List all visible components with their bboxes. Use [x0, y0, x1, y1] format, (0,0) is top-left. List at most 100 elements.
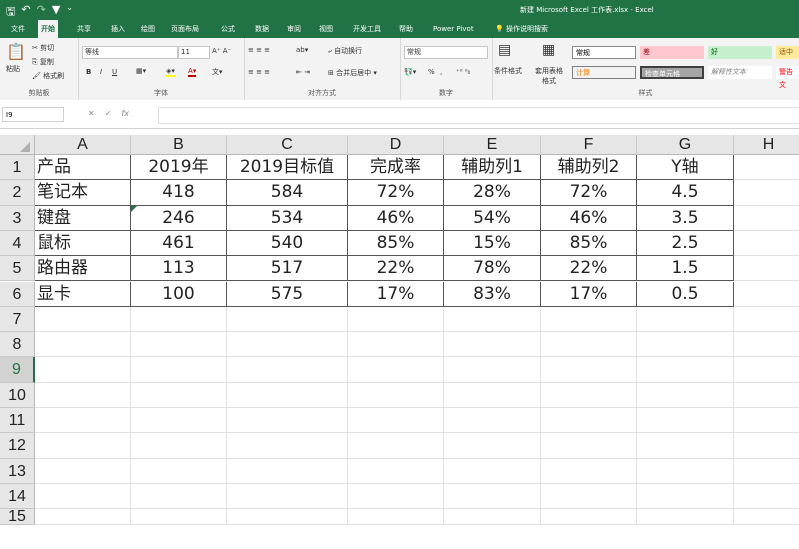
style-calculation[interactable]: 计算 — [572, 66, 636, 79]
cell-c3[interactable]: 534 — [227, 205, 348, 231]
row-header-7[interactable]: 7 — [0, 306, 35, 333]
row-header-6[interactable]: 6 — [0, 281, 35, 307]
paste-button[interactable]: 粘贴 — [6, 64, 20, 74]
cell-a4[interactable]: 鼠标 — [35, 230, 131, 257]
tab-file[interactable]: 文件 — [8, 20, 28, 38]
tab-share[interactable]: 共享 — [74, 20, 94, 38]
cell-f15[interactable] — [541, 509, 637, 526]
cell-g6[interactable]: 0.5 — [637, 281, 734, 307]
row-header-5[interactable]: 5 — [0, 256, 35, 282]
cell-d5[interactable]: 22% — [348, 256, 444, 282]
tab-insert[interactable]: 插入 — [108, 20, 128, 38]
cell-h2[interactable] — [734, 180, 799, 206]
tab-data[interactable]: 数据 — [252, 20, 272, 38]
cancel-icon[interactable]: ✕ — [88, 109, 95, 118]
cell-f7[interactable] — [541, 306, 637, 333]
cell-c11[interactable] — [227, 408, 348, 434]
cell-b6[interactable]: 100 — [131, 281, 227, 307]
cell-e8[interactable] — [444, 332, 541, 358]
cell-e1[interactable]: 辅助列1 — [444, 155, 541, 181]
cell-d8[interactable] — [348, 332, 444, 358]
cell-e6[interactable]: 83% — [444, 281, 541, 307]
style-warning[interactable]: 警告文 — [776, 66, 799, 89]
cell-f13[interactable] — [541, 458, 637, 484]
cell-g4[interactable]: 2.5 — [637, 230, 734, 257]
cell-h1[interactable] — [734, 155, 799, 181]
cell-g14[interactable] — [637, 483, 734, 510]
cell-h10[interactable] — [734, 383, 799, 408]
fill-color-icon[interactable]: ◈▾ — [166, 67, 175, 77]
cell-g7[interactable] — [637, 306, 734, 333]
row-header-2[interactable]: 2 — [0, 180, 35, 206]
tab-view[interactable]: 视图 — [316, 20, 336, 38]
row-header-12[interactable]: 12 — [0, 433, 35, 459]
cell-g9[interactable] — [637, 357, 734, 383]
cell-g11[interactable] — [637, 408, 734, 434]
cell-g2[interactable]: 4.5 — [637, 180, 734, 206]
cell-h14[interactable] — [734, 484, 799, 510]
cell-d15[interactable] — [348, 509, 444, 526]
accounting-icon[interactable]: 💱▾ — [404, 68, 416, 76]
tab-help[interactable]: 帮助 — [396, 20, 416, 38]
row-header-4[interactable]: 4 — [0, 230, 35, 257]
cell-c9[interactable] — [227, 357, 348, 383]
cell-b9[interactable] — [131, 357, 227, 383]
cell-h5[interactable] — [734, 256, 799, 282]
row-header-14[interactable]: 14 — [0, 483, 35, 510]
row-header-11[interactable]: 11 — [0, 408, 35, 434]
top-align-icon[interactable]: ≡ ≡ ≡ — [248, 46, 270, 54]
tab-page-layout[interactable]: 页面布局 — [168, 20, 202, 38]
row-header-15[interactable]: 15 — [0, 509, 35, 526]
cell-b10[interactable] — [131, 382, 227, 408]
cell-e10[interactable] — [444, 382, 541, 408]
bold-button[interactable]: B — [86, 68, 91, 76]
format-painter-button[interactable]: 🖌 格式刷 — [32, 71, 64, 81]
cell-g1[interactable]: Y轴 — [637, 155, 734, 181]
cell-g5[interactable]: 1.5 — [637, 256, 734, 282]
cell-d9[interactable] — [348, 357, 444, 383]
tab-formulas[interactable]: 公式 — [218, 20, 238, 38]
cell-d2[interactable]: 72% — [348, 180, 444, 206]
paste-icon[interactable]: 📋 — [6, 42, 26, 61]
cell-c1[interactable]: 2019目标值 — [227, 155, 348, 181]
cell-e11[interactable] — [444, 408, 541, 434]
cell-a6[interactable]: 显卡 — [35, 281, 131, 307]
cell-h7[interactable] — [734, 307, 799, 333]
tab-power-pivot[interactable]: Power Pivot — [430, 20, 477, 38]
cell-h12[interactable] — [734, 433, 799, 459]
cell-c6[interactable]: 575 — [227, 281, 348, 307]
cell-d6[interactable]: 17% — [348, 281, 444, 307]
cell-f3[interactable]: 46% — [541, 205, 637, 231]
table-format-button[interactable]: 套用表格格式 — [532, 66, 566, 86]
cell-g8[interactable] — [637, 332, 734, 358]
tab-review[interactable]: 审阅 — [284, 20, 304, 38]
cell-a15[interactable] — [35, 509, 131, 526]
borders-icon[interactable]: ▦▾ — [136, 67, 146, 75]
style-explanatory[interactable]: 解释性文本 — [708, 66, 772, 79]
cell-a11[interactable] — [35, 408, 131, 434]
wrap-text-button[interactable]: ⤶ 自动换行 — [328, 46, 362, 56]
cell-a1[interactable]: 产品 — [35, 155, 131, 181]
cell-f2[interactable]: 72% — [541, 180, 637, 206]
cell-e13[interactable] — [444, 458, 541, 484]
cell-c4[interactable]: 540 — [227, 230, 348, 257]
decimal-icon[interactable]: ⁺⁰ ⁰₀ — [456, 68, 470, 76]
cell-c8[interactable] — [227, 332, 348, 358]
cell-h4[interactable] — [734, 231, 799, 257]
cell-g12[interactable] — [637, 433, 734, 459]
cell-e4[interactable]: 15% — [444, 230, 541, 257]
cell-d1[interactable]: 完成率 — [348, 155, 444, 181]
cell-f6[interactable]: 17% — [541, 281, 637, 307]
cell-h3[interactable] — [734, 206, 799, 231]
cell-d14[interactable] — [348, 483, 444, 510]
cell-b7[interactable] — [131, 306, 227, 333]
name-box[interactable]: I9 — [2, 107, 64, 122]
conditional-format-button[interactable]: 条件格式 — [494, 66, 522, 76]
grow-font-icon[interactable]: A⁺ A⁻ — [212, 47, 231, 55]
style-good[interactable]: 好 — [708, 46, 772, 59]
number-format-select[interactable]: 常规 — [404, 46, 488, 59]
row-header-3[interactable]: 3 — [0, 205, 35, 231]
cell-d11[interactable] — [348, 408, 444, 434]
cell-a5[interactable]: 路由器 — [35, 256, 131, 282]
font-color-icon[interactable]: A▾ — [188, 67, 197, 77]
